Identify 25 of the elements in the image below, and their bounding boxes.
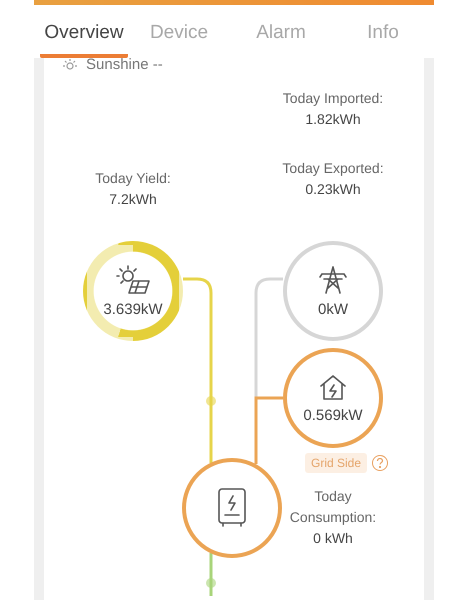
grid-side-tag: Grid Side (305, 453, 368, 473)
stat-label: Today Consumption: (288, 487, 378, 527)
flow-dot (206, 578, 216, 588)
flow-line (210, 553, 212, 596)
power-value: 0kW (318, 300, 348, 318)
stat-value: 1.82kWh (304, 110, 362, 129)
flow-dot (206, 396, 216, 406)
stat-value: 7.2kWh (108, 190, 158, 209)
solar-node[interactable]: 3.639kW (83, 241, 183, 341)
stat-value: 0 kWh (312, 529, 354, 548)
power-value: 0.569kW (303, 406, 363, 424)
stat-label: Today Exported: (281, 159, 385, 178)
house-bolt-icon (318, 372, 348, 400)
weather-label: Sunshine -- (86, 58, 163, 72)
inverter-icon (217, 487, 247, 529)
help-icon[interactable] (372, 455, 388, 471)
stat-label: Today Imported: (282, 89, 384, 108)
power-value: 3.639kW (103, 300, 163, 318)
grid-node[interactable]: 0kW (283, 241, 383, 341)
power-pylon-icon (318, 264, 348, 294)
stat-value: 0.23kWh (304, 180, 362, 199)
home-node[interactable]: 0.569kW (283, 348, 383, 448)
sun-icon (62, 59, 78, 71)
sun-solar-panel-icon (116, 264, 150, 294)
stat-label: Today Yield: (94, 169, 172, 188)
